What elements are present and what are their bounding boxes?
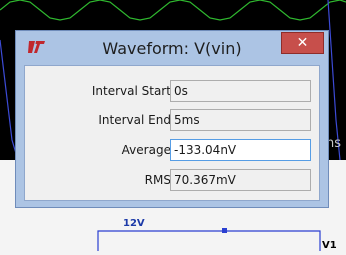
component-ref-label: V1 [322,240,337,251]
interval-end-label: Interval End: [98,113,175,127]
interval-start-row: Interval Start: 0s [25,80,321,104]
close-icon: ✕ [296,35,309,51]
average-row: Average: -133.04nV [25,139,321,163]
average-field[interactable]: -133.04nV [170,139,311,161]
green-trace [0,0,346,21]
waveform-dialog: Waveform: V(vin) ✕ Interval Start: 0s In… [15,30,329,208]
title-bar[interactable]: Waveform: V(vin) ✕ [16,31,328,65]
interval-start-label: Interval Start: [91,84,175,98]
rms-row: RMS: 70.367mV [25,169,321,193]
interval-end-row: Interval End: 5ms [25,109,321,133]
net-label: 12V [123,218,145,229]
interval-end-field[interactable]: 5ms [170,109,311,131]
close-button[interactable]: ✕ [281,32,324,54]
wire-junction [222,228,227,233]
wire [97,230,321,251]
average-label: Average: [121,143,175,157]
interval-start-field[interactable]: 0s [170,80,311,102]
stats-panel: Interval Start: 0s Interval End: 5ms Ave… [24,65,320,201]
rms-field[interactable]: 70.367mV [170,169,311,191]
